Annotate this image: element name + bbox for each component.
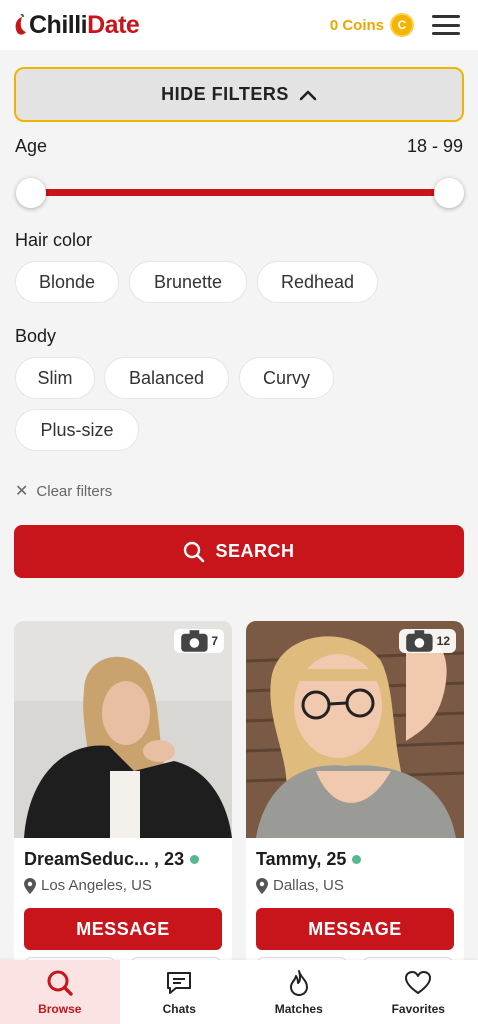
chip-curvy[interactable]: Curvy: [239, 357, 334, 399]
profile-card[interactable]: 7 DreamSeduc... , 23 Los Angeles, US MES…: [14, 621, 232, 966]
chillidate-logo[interactable]: Chilli Date: [14, 10, 140, 40]
hide-filters-button[interactable]: HIDE FILTERS: [14, 67, 464, 122]
chip-blonde[interactable]: Blonde: [15, 261, 119, 303]
profile-photo[interactable]: 7: [14, 621, 232, 838]
message-button[interactable]: MESSAGE: [24, 908, 222, 950]
age-range-value: 18 - 99: [406, 136, 463, 156]
bottom-navigation: Browse Chats Matches Favorites: [0, 960, 478, 1024]
flame-icon: [289, 969, 308, 996]
camera-icon: [180, 630, 208, 652]
profile-photo[interactable]: 12: [246, 621, 464, 838]
coin-icon[interactable]: C: [390, 13, 414, 37]
search-icon: [47, 970, 73, 996]
nav-favorites-label: Favorites: [391, 1001, 445, 1016]
hide-filters-label: HIDE FILTERS: [161, 84, 289, 104]
profile-location: Dallas, US: [256, 877, 344, 894]
message-button[interactable]: MESSAGE: [256, 908, 454, 950]
clear-filters-link[interactable]: ✕ Clear filters: [15, 481, 112, 501]
chip-balanced[interactable]: Balanced: [104, 357, 229, 399]
location-text: Los Angeles, US: [41, 877, 152, 894]
profile-location: Los Angeles, US: [24, 877, 152, 894]
online-status-dot: [190, 855, 200, 864]
nav-favorites[interactable]: Favorites: [359, 960, 478, 1024]
photo-count-badge: 7: [173, 629, 224, 653]
profile-name-row: DreamSeduc... , 23: [24, 849, 200, 870]
camera-icon: [406, 630, 433, 652]
body-label: Body: [15, 326, 57, 346]
nav-matches[interactable]: Matches: [239, 960, 359, 1024]
chili-logo-icon: [15, 14, 26, 35]
logo-text-chilli: Chilli: [29, 10, 88, 39]
clear-filters-label: Clear filters: [36, 482, 113, 500]
chevron-up-icon: [299, 90, 317, 100]
close-icon: ✕: [15, 483, 29, 500]
profile-photo-image: [14, 621, 232, 838]
profile-name-row: Tammy, 25: [256, 849, 362, 870]
photo-count: 7: [211, 634, 218, 648]
location-pin-icon: [256, 877, 268, 894]
profile-card[interactable]: 12 Tammy, 25 Dallas, US MESSAGE: [246, 621, 464, 966]
header-actions: 0 Coins C: [330, 13, 460, 37]
nav-chats[interactable]: Chats: [120, 960, 240, 1024]
nav-browse[interactable]: Browse: [0, 960, 120, 1024]
chip-redhead[interactable]: Redhead: [257, 261, 378, 303]
age-slider-track[interactable]: [30, 189, 450, 196]
profile-photo-image: [246, 621, 464, 838]
age-label: Age: [15, 136, 48, 156]
chip-brunette[interactable]: Brunette: [129, 261, 247, 303]
photo-count-badge: 12: [398, 629, 456, 653]
nav-chats-label: Chats: [162, 1001, 196, 1016]
age-range-slider[interactable]: [16, 176, 464, 210]
search-button[interactable]: SEARCH: [14, 525, 464, 578]
online-status-dot: [352, 855, 362, 864]
hair-color-label: Hair color: [15, 230, 93, 250]
profile-name: Tammy, 25: [256, 849, 347, 869]
logo-text-date: Date: [87, 10, 140, 39]
coins-balance[interactable]: 0 Coins: [330, 17, 384, 34]
location-text: Dallas, US: [273, 877, 344, 894]
heart-icon: [405, 970, 432, 994]
profile-name: DreamSeduc... , 23: [24, 849, 185, 869]
search-icon: [184, 541, 205, 562]
nav-browse-label: Browse: [38, 1001, 82, 1016]
location-pin-icon: [24, 877, 36, 894]
age-min-handle[interactable]: [16, 178, 46, 208]
chip-slim[interactable]: Slim: [15, 357, 95, 399]
search-button-label: SEARCH: [215, 541, 295, 561]
chip-plus-size[interactable]: Plus-size: [15, 409, 139, 451]
hamburger-menu-icon[interactable]: [432, 15, 460, 35]
photo-count: 12: [436, 634, 450, 648]
age-max-handle[interactable]: [434, 178, 464, 208]
app-header: Chilli Date 0 Coins C: [0, 0, 478, 50]
chat-icon: [167, 971, 192, 994]
nav-matches-label: Matches: [274, 1001, 323, 1016]
